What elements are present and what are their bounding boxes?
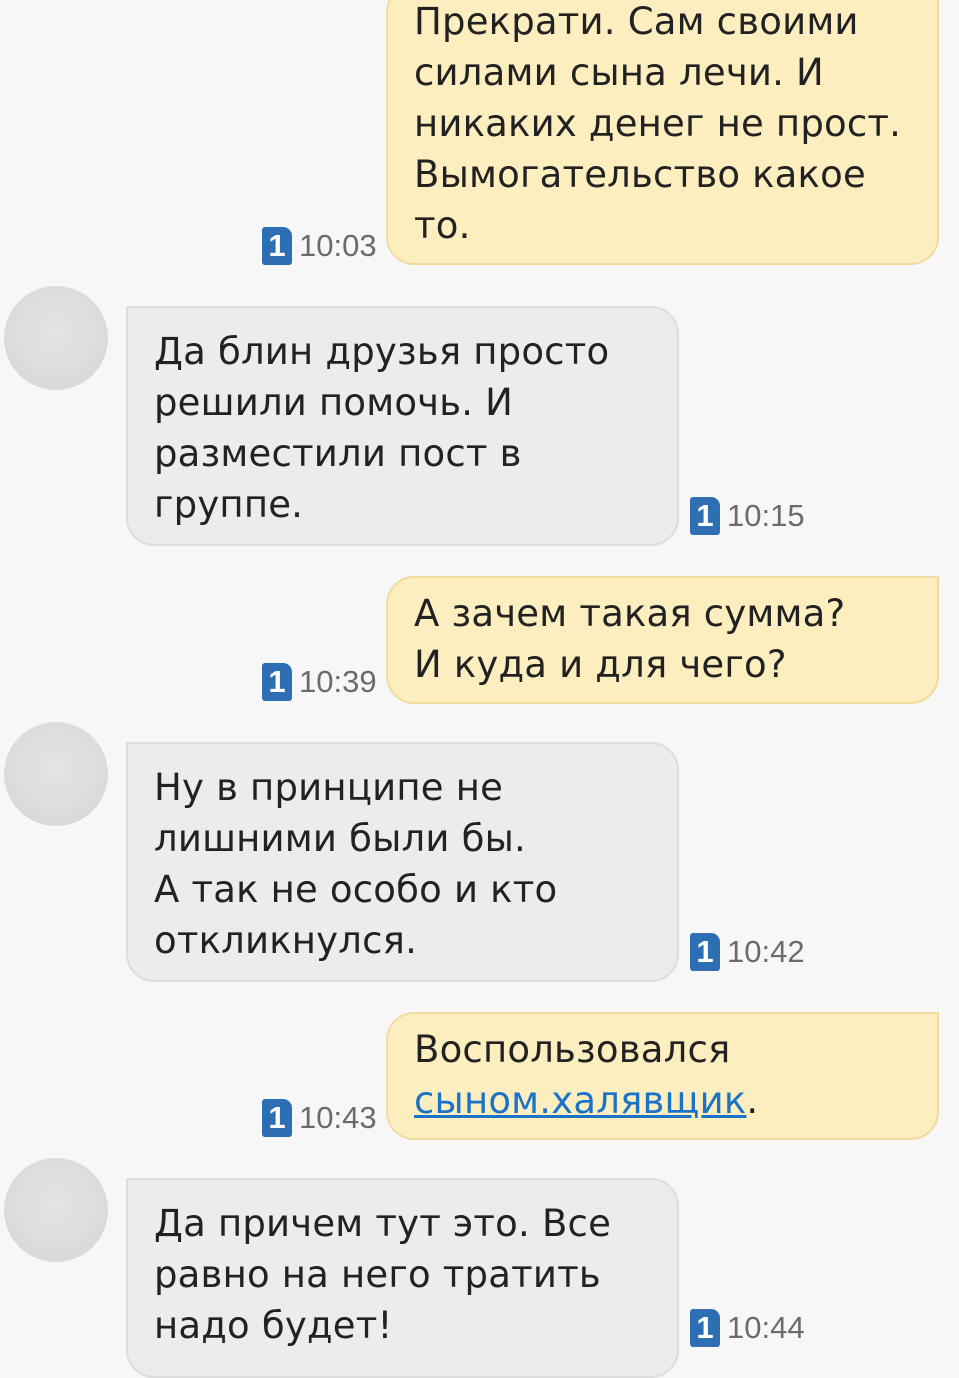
message-meta: 1 10:15	[690, 496, 805, 536]
message-line: Ну в принципе не	[154, 766, 504, 809]
message-line: лишними были бы.	[154, 817, 526, 860]
message-bubble-incoming[interactable]: Ну в принципе не лишними были бы. А так …	[126, 742, 679, 982]
message-line: Да причем тут это. Все	[154, 1202, 612, 1245]
message-timestamp: 10:39	[299, 664, 377, 699]
message-bubble-incoming[interactable]: Да блин друзья просто решили помочь. И р…	[126, 306, 679, 546]
message-link[interactable]: сыном.халявщик	[414, 1079, 746, 1122]
message-line: силами сына лечи. И	[414, 51, 824, 94]
message-meta: 1 10:44	[690, 1308, 805, 1348]
message-bubble-outgoing[interactable]: Прекрати. Сам своими силами сына лечи. И…	[386, 0, 939, 265]
message-line: Воспользовался	[414, 1028, 731, 1071]
message-line-with-link: сыном.халявщик.	[414, 1075, 927, 1126]
message-line: равно на него тратить	[154, 1253, 601, 1296]
sim-card-icon: 1	[262, 663, 292, 701]
message-meta: 1 10:43	[262, 1098, 377, 1138]
message-timestamp: 10:03	[299, 228, 377, 263]
message-line: откликнулся.	[154, 919, 418, 962]
message-punctuation: .	[746, 1079, 759, 1122]
message-line: группе.	[154, 483, 304, 526]
message-line: А так не особо и кто	[154, 868, 558, 911]
message-line: И куда и для чего?	[414, 643, 787, 686]
message-meta: 1 10:03	[262, 226, 377, 266]
sim-card-icon: 1	[690, 1309, 720, 1347]
sim-card-icon: 1	[262, 227, 292, 265]
message-meta: 1 10:39	[262, 662, 377, 702]
message-line: то.	[414, 204, 471, 247]
contact-avatar[interactable]	[4, 1158, 108, 1262]
message-line: решили помочь. И	[154, 381, 514, 424]
message-line: Прекрати. Сам своими	[414, 0, 859, 43]
message-line: разместили пост в	[154, 432, 522, 475]
message-bubble-incoming[interactable]: Да причем тут это. Все равно на него тра…	[126, 1178, 679, 1378]
message-line: Вымогательство какое	[414, 153, 866, 196]
contact-avatar[interactable]	[4, 286, 108, 390]
message-line: Да блин друзья просто	[154, 330, 610, 373]
message-line: никаких денег не прост.	[414, 102, 902, 145]
message-bubble-outgoing[interactable]: А зачем такая сумма? И куда и для чего?	[386, 576, 939, 704]
sim-card-icon: 1	[262, 1099, 292, 1137]
sim-card-icon: 1	[690, 933, 720, 971]
message-meta: 1 10:42	[690, 932, 805, 972]
message-line: А зачем такая сумма?	[414, 592, 846, 635]
message-bubble-outgoing[interactable]: Воспользовался сыном.халявщик.	[386, 1012, 939, 1140]
sim-card-icon: 1	[690, 497, 720, 535]
message-timestamp: 10:15	[727, 498, 805, 533]
message-timestamp: 10:43	[299, 1100, 377, 1135]
message-line: надо будет!	[154, 1304, 393, 1347]
message-timestamp: 10:44	[727, 1310, 805, 1345]
contact-avatar[interactable]	[4, 722, 108, 826]
message-timestamp: 10:42	[727, 934, 805, 969]
